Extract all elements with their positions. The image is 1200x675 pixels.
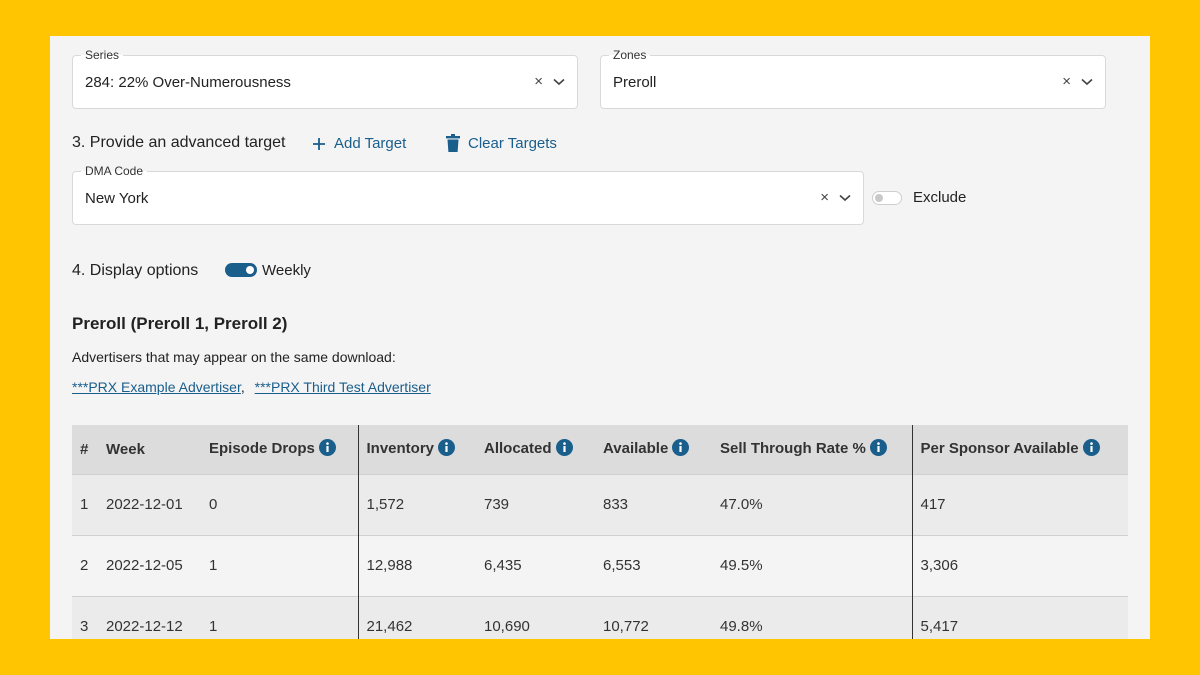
zones-select[interactable]: Zones Preroll × [600, 48, 1106, 109]
table-row: 1 2022-12-01 0 1,572 739 833 47.0% 417 [72, 473, 1128, 535]
link-separator: , [240, 379, 245, 395]
exclude-label: Exclude [913, 189, 967, 206]
info-icon[interactable] [438, 438, 456, 460]
clear-targets-button[interactable]: Clear Targets [446, 134, 557, 152]
sell-through-rate-cell: 47.0% [712, 473, 912, 535]
inventory-cell: 12,988 [357, 534, 476, 596]
advertisers-intro: Advertisers that may appear on the same … [72, 349, 396, 365]
allocated-cell: 739 [476, 473, 595, 535]
plus-icon [312, 137, 326, 151]
allocated-cell: 10,690 [476, 595, 595, 639]
info-icon[interactable] [555, 438, 573, 460]
info-icon[interactable] [672, 438, 690, 460]
inventory-cell: 21,462 [357, 595, 476, 639]
zones-legend: Zones [609, 48, 651, 62]
week-cell: 2022-12-12 [98, 595, 201, 639]
advertiser-link[interactable]: ***PRX Third Test Advertiser [255, 379, 431, 395]
toggle-knob [246, 266, 254, 274]
close-icon[interactable]: × [820, 189, 829, 207]
column-header-per-sponsor-available: Per Sponsor Available [911, 425, 1128, 474]
target-form-panel: Series 284: 22% Over-Numerousness × Zone… [50, 36, 1150, 639]
sell-through-rate-cell: 49.8% [712, 595, 912, 639]
column-header-available: Available [595, 425, 712, 474]
weekly-toggle[interactable] [225, 263, 257, 277]
episode-drops-cell: 0 [201, 473, 358, 535]
info-icon[interactable] [318, 438, 336, 460]
week-cell: 2022-12-01 [98, 473, 201, 535]
zones-value: Preroll [613, 74, 657, 91]
close-icon[interactable]: × [1062, 73, 1071, 91]
allocated-cell: 6,435 [476, 534, 595, 596]
column-header-episode-drops: Episode Drops [201, 425, 358, 474]
chevron-down-icon[interactable] [553, 78, 565, 86]
toggle-knob [875, 194, 883, 202]
advanced-target-label: 3. Provide an advanced target [72, 134, 286, 151]
display-options-label: 4. Display options [72, 262, 199, 279]
weekly-label: Weekly [262, 262, 311, 279]
chevron-down-icon[interactable] [1081, 78, 1093, 86]
zone-heading: Preroll (Preroll 1, Preroll 2) [72, 314, 288, 333]
info-icon[interactable] [1082, 438, 1100, 460]
column-header-sell-through-rate: Sell Through Rate % [712, 425, 912, 474]
sell-through-rate-cell: 49.5% [712, 534, 912, 596]
row-number: 2 [72, 534, 98, 596]
table-row: 3 2022-12-12 1 21,462 10,690 10,772 49.8… [72, 595, 1128, 639]
episode-drops-cell: 1 [201, 595, 358, 639]
column-header-allocated: Allocated [476, 425, 595, 474]
column-header-week: Week [98, 425, 201, 474]
week-cell: 2022-12-05 [98, 534, 201, 596]
chevron-down-icon[interactable] [839, 194, 851, 202]
dma-value: New York [85, 190, 149, 207]
dma-legend: DMA Code [81, 164, 148, 178]
trash-icon [446, 134, 460, 152]
inventory-table: # Week Episode Drops Inventory Allocated… [72, 425, 1128, 639]
advertiser-link[interactable]: ***PRX Example Advertiser [72, 379, 241, 395]
series-legend: Series [81, 48, 124, 62]
table-header-row: # Week Episode Drops Inventory Allocated… [72, 425, 1128, 474]
info-icon[interactable] [869, 438, 887, 460]
row-number: 3 [72, 595, 98, 639]
series-value: 284: 22% Over-Numerousness [85, 74, 291, 91]
episode-drops-cell: 1 [201, 534, 358, 596]
row-number: 1 [72, 473, 98, 535]
close-icon[interactable]: × [534, 73, 543, 91]
advertiser-links: ***PRX Example Advertiser, ***PRX Third … [72, 379, 431, 395]
available-cell: 10,772 [595, 595, 712, 639]
series-select[interactable]: Series 284: 22% Over-Numerousness × [72, 48, 578, 109]
inventory-cell: 1,572 [357, 473, 476, 535]
add-target-label: Add Target [334, 135, 407, 152]
add-target-button[interactable]: Add Target [312, 135, 406, 152]
column-header-inventory: Inventory [357, 425, 476, 474]
available-cell: 833 [595, 473, 712, 535]
clear-targets-label: Clear Targets [468, 134, 557, 152]
per-sponsor-available-cell: 5,417 [911, 595, 1128, 639]
per-sponsor-available-cell: 3,306 [911, 534, 1128, 596]
available-cell: 6,553 [595, 534, 712, 596]
exclude-toggle[interactable] [872, 191, 902, 205]
dma-code-select[interactable]: DMA Code New York × [72, 164, 864, 225]
column-header-number: # [72, 425, 98, 474]
table-row: 2 2022-12-05 1 12,988 6,435 6,553 49.5% … [72, 534, 1128, 596]
per-sponsor-available-cell: 417 [911, 473, 1128, 535]
